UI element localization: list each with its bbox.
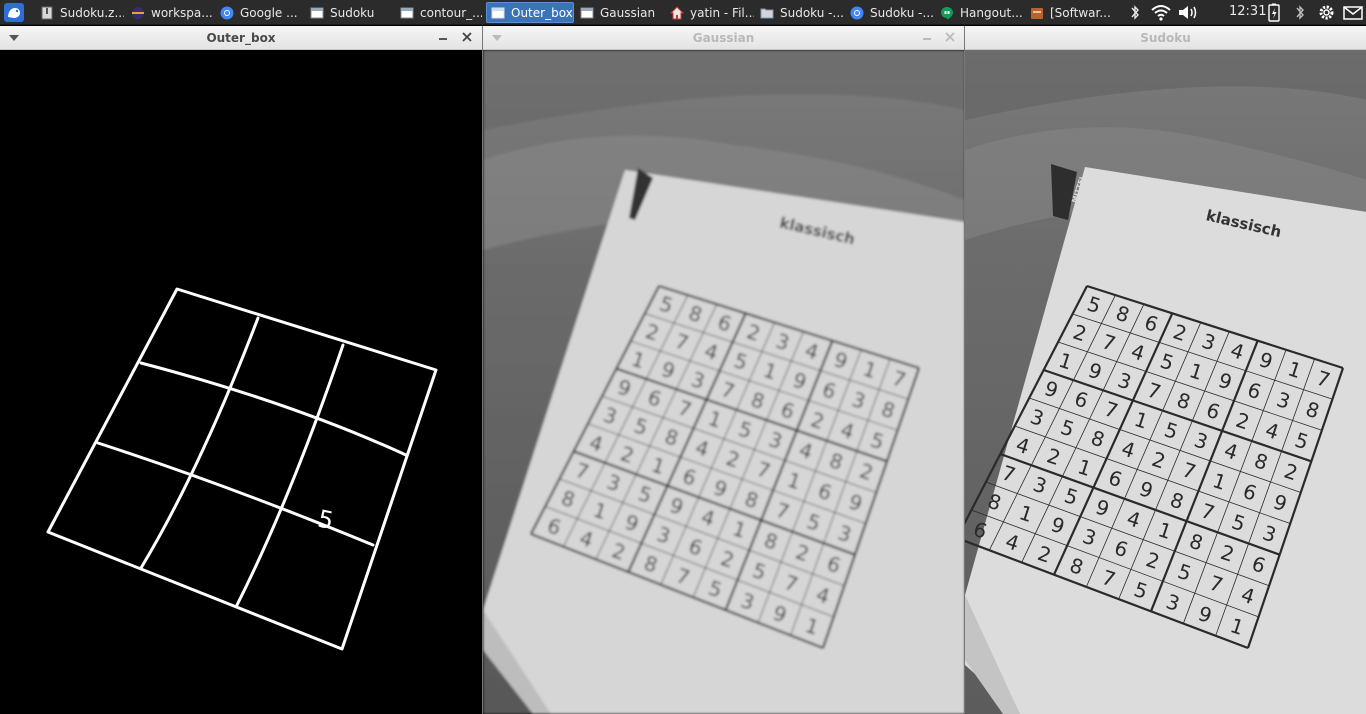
taskbar-item-hangouts[interactable]: Hangout... xyxy=(936,2,1024,23)
window-icon xyxy=(310,7,324,18)
gaussian-canvas: 5862349172745196381937862459671534823584… xyxy=(483,50,964,714)
settings-icon[interactable] xyxy=(1317,3,1336,22)
taskbar-item-file-manager[interactable]: yatin - Fil... xyxy=(666,2,754,23)
taskbar-item-label: Outer_box xyxy=(511,5,573,20)
xfce-menu-icon[interactable] xyxy=(4,3,24,22)
taskbar-item-sudoku-window[interactable]: Sudoku xyxy=(306,2,394,23)
taskbar-item-sudoku-chrome[interactable]: Sudoku -... xyxy=(846,2,934,23)
chrome-icon xyxy=(850,6,864,19)
taskbar-item-workspace[interactable]: workspa... xyxy=(127,2,213,23)
volume-icon[interactable] xyxy=(1177,3,1199,22)
top-panel: Sudoku.z... workspa... Google ... Sudoku… xyxy=(0,0,1366,25)
taskbar-item-label: [Softwar... xyxy=(1050,5,1111,20)
taskbar-item-gaussian[interactable]: Gaussian xyxy=(576,2,664,23)
archive-icon xyxy=(41,6,53,19)
grid-line xyxy=(139,361,408,457)
taskbar-item-label: Sudoku -... xyxy=(780,5,844,20)
taskbar-item-sudoku-zip[interactable]: Sudoku.z... xyxy=(36,2,124,23)
gaussian-image: 5 8 6 2 3 4 9 1 72 7 4 5 1 9 6 3 81 9 3 7 8 6 2 4 59 6 7 1 5 3 4 8 23 5 8 4… xyxy=(483,50,964,714)
chrome-icon xyxy=(220,6,234,19)
mail-icon[interactable] xyxy=(1343,3,1363,22)
eclipse-icon xyxy=(132,6,144,19)
taskbar-item-label: yatin - Fil... xyxy=(690,5,754,20)
taskbar-item-label: Hangout... xyxy=(960,5,1023,20)
taskbar-item-label: Sudoku xyxy=(330,5,375,20)
detected-digit: 5 xyxy=(315,505,336,536)
minimize-icon[interactable] xyxy=(438,31,448,43)
close-icon[interactable] xyxy=(944,30,956,44)
home-folder-icon xyxy=(670,5,684,19)
outer-box-image: 5 xyxy=(46,287,438,651)
sudoku-canvas: MITTEL klassisch 58623491727451963819378… xyxy=(965,50,1366,714)
taskbar-item-sudoku-folder[interactable]: Sudoku -... xyxy=(756,2,844,23)
window-title: Sudoku xyxy=(1140,31,1191,45)
software-center-icon xyxy=(1031,7,1043,19)
taskbar-item-software-center[interactable]: [Softwar... xyxy=(1026,2,1116,23)
sudoku-window[interactable]: Sudoku MITTEL klassisch 5862349172745196… xyxy=(964,26,1366,714)
window-title: Outer_box xyxy=(206,31,276,45)
window-titlebar[interactable]: Gaussian xyxy=(483,26,964,50)
taskbar-item-label: contour_... xyxy=(420,5,482,20)
bluetooth-icon[interactable] xyxy=(1128,3,1142,22)
minimize-icon[interactable] xyxy=(922,31,932,43)
taskbar-item-outer-box[interactable]: Outer_box xyxy=(486,2,574,23)
bluetooth-icon[interactable] xyxy=(1293,3,1307,22)
taskbar-item-label: Gaussian xyxy=(600,5,656,20)
outer-box-window[interactable]: Outer_box 5 xyxy=(0,26,482,714)
folder-icon xyxy=(760,8,774,18)
sudoku-image: MITTEL klassisch 5 8 6 2 3 4 9 1 72 7 4 5 1 9 6 3 81 9 3 7 8… xyxy=(965,50,1366,714)
taskbar-item-label: Google ... xyxy=(240,5,298,20)
window-titlebar[interactable]: Outer_box xyxy=(0,26,482,50)
grid-line xyxy=(139,316,260,570)
window-titlebar[interactable]: Sudoku xyxy=(965,26,1366,50)
taskbar-item-label: Sudoku.z... xyxy=(60,5,124,20)
grid-line xyxy=(96,441,375,547)
window-icon xyxy=(580,7,594,18)
taskbar-item-label: workspa... xyxy=(151,5,213,20)
gaussian-window[interactable]: Gaussian 5862349172745196381937862459671… xyxy=(482,26,964,714)
taskbar-item-google[interactable]: Google ... xyxy=(216,2,302,23)
battery-icon[interactable] xyxy=(1267,3,1281,22)
taskbar-item-contour[interactable]: contour_... xyxy=(396,2,482,23)
outer-box-canvas: 5 xyxy=(0,50,482,714)
taskbar-item-label: Sudoku -... xyxy=(870,5,934,20)
close-icon[interactable] xyxy=(461,30,473,44)
clock[interactable]: 12:31 xyxy=(1229,4,1266,19)
window-icon xyxy=(491,7,505,18)
window-title: Gaussian xyxy=(692,31,755,45)
grid-line xyxy=(235,343,345,607)
hangouts-icon xyxy=(941,6,953,19)
wifi-icon[interactable] xyxy=(1150,3,1172,22)
window-icon xyxy=(400,7,414,18)
